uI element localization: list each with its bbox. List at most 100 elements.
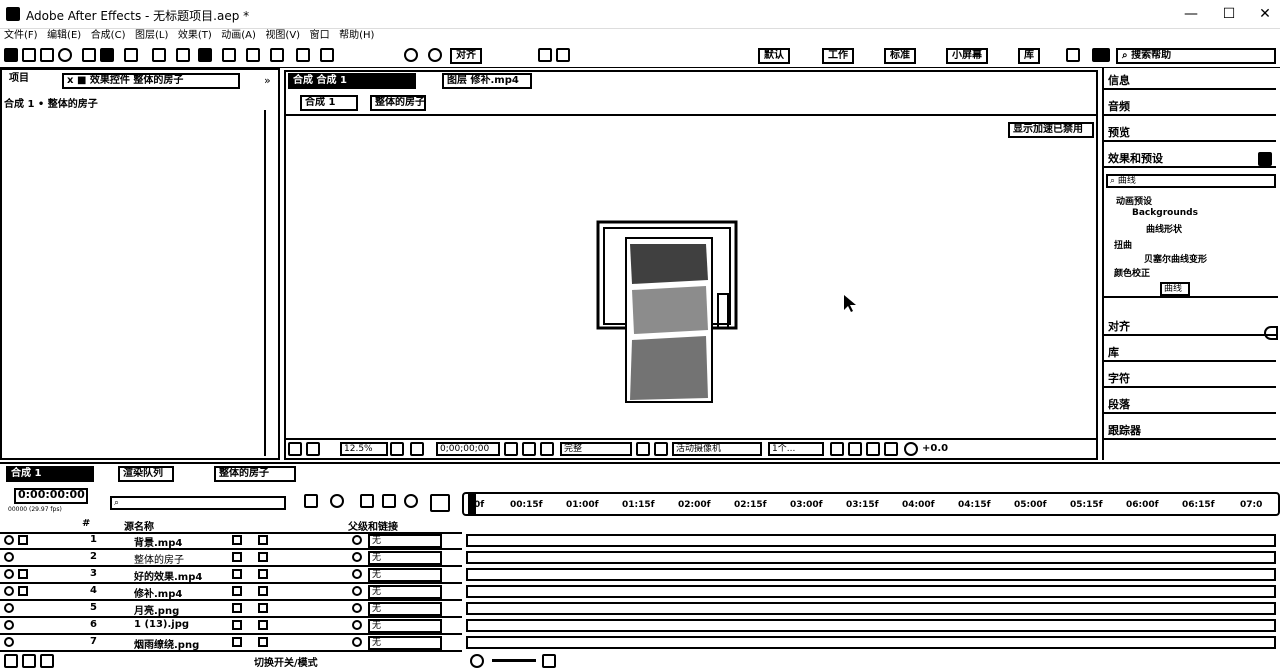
camera-dropdown[interactable]: 活动摄像机 [672, 442, 762, 456]
quality-switch-icon[interactable] [258, 637, 268, 647]
panel-libraries[interactable]: 库 [1104, 344, 1276, 362]
shy-switch-icon[interactable] [232, 552, 242, 562]
quality-switch-icon[interactable] [258, 569, 268, 579]
shy-switch-icon[interactable] [232, 603, 242, 613]
menu-layer[interactable]: 图层(L) [135, 28, 168, 44]
expand-in-out-icon[interactable] [40, 654, 54, 668]
menu-edit[interactable]: 编辑(E) [47, 28, 81, 44]
render-time-icon[interactable] [4, 654, 18, 668]
close-icon[interactable]: x [67, 75, 73, 86]
pen-tool-icon[interactable] [176, 48, 190, 62]
mask-visibility-icon[interactable] [410, 442, 424, 456]
layer-name[interactable]: 修补.mp4 [134, 585, 182, 600]
timeline-search-input[interactable]: ⌕ [110, 496, 286, 510]
search-help-field[interactable]: ⌕ 搜索帮助 [1116, 48, 1276, 64]
layer-duration-bar[interactable] [466, 619, 1276, 632]
3d-ground-icon[interactable] [306, 442, 320, 456]
layer-duration-bar[interactable] [466, 568, 1276, 581]
parent-pickwhip-icon[interactable] [352, 620, 362, 630]
shy-switch-icon[interactable] [232, 586, 242, 596]
rotate-tool-icon[interactable] [82, 48, 96, 62]
layer-name[interactable]: 整体的房子 [134, 551, 184, 566]
panel-align[interactable]: 对齐 [1104, 318, 1276, 336]
tab-layer[interactable]: 图层 修补.mp4 [442, 73, 532, 89]
menu-composition[interactable]: 合成(C) [91, 28, 126, 44]
panel-menu-icon[interactable] [1258, 152, 1272, 166]
close-button[interactable]: ✕ [1250, 4, 1280, 24]
layer-name[interactable]: 背景.mp4 [134, 534, 182, 549]
menu-effect[interactable]: 效果(T) [178, 28, 212, 44]
layer-row[interactable]: 2 整体的房子 无 [0, 550, 462, 567]
audio-icon[interactable] [18, 586, 28, 596]
panel-tracker[interactable]: 跟踪器 [1104, 422, 1276, 440]
visibility-eye-icon[interactable] [4, 603, 14, 613]
motion-blur-icon[interactable] [404, 494, 418, 508]
layer-name[interactable]: 1 (13).jpg [134, 619, 189, 630]
quality-switch-icon[interactable] [258, 535, 268, 545]
brush-tool-icon[interactable] [222, 48, 236, 62]
show-channel-icon[interactable] [522, 442, 536, 456]
tree-distort[interactable]: 扭曲 [1114, 238, 1132, 251]
expand-modes-icon[interactable] [22, 654, 36, 668]
panel-paragraph[interactable]: 段落 [1104, 396, 1276, 414]
effects-search-field[interactable]: ⌕ 曲线 [1106, 174, 1276, 188]
workspace-libraries[interactable]: 库 [1018, 48, 1040, 64]
world-axis-icon[interactable] [428, 48, 442, 62]
fast-previews-icon[interactable] [848, 442, 862, 456]
timeline-timecode[interactable]: 0:00:00:00 [14, 488, 88, 504]
col-parent-link[interactable]: 父级和链接 [348, 518, 398, 533]
tab-timeline-layer[interactable]: 整体的房子 [214, 466, 296, 482]
layer-duration-bar[interactable] [466, 551, 1276, 564]
toggle-switches-modes[interactable]: 切换开关/模式 [254, 654, 318, 669]
shy-switch-icon[interactable] [232, 637, 242, 647]
layer-name[interactable]: 好的效果.mp4 [134, 568, 202, 583]
zoom-slider[interactable] [492, 659, 536, 662]
panel-preview[interactable]: 预览 [1104, 124, 1276, 142]
layer-duration-bar[interactable] [466, 602, 1276, 615]
shy-switch-icon[interactable] [232, 569, 242, 579]
always-preview-icon[interactable] [288, 442, 302, 456]
type-tool-icon[interactable] [198, 48, 212, 62]
col-source-name[interactable]: 源名称 [124, 518, 154, 533]
shy-switch-icon[interactable] [232, 620, 242, 630]
layer-row[interactable]: 3 好的效果.mp4 无 [0, 567, 462, 584]
layer-row[interactable]: 1 背景.mp4 无 [0, 533, 462, 550]
timeline-icon[interactable] [866, 442, 880, 456]
graph-editor-icon[interactable] [430, 494, 450, 512]
visibility-eye-icon[interactable] [4, 552, 14, 562]
shy-layers-icon[interactable] [360, 494, 374, 508]
workspace-small-screen[interactable]: 小屏幕 [946, 48, 988, 64]
views-dropdown[interactable]: 1个... [768, 442, 824, 456]
snap-option-icon[interactable] [538, 48, 552, 62]
exposure-value[interactable]: +0.0 [922, 443, 948, 454]
tree-curve-shape[interactable]: 曲线形状 [1146, 222, 1182, 235]
collapse-panel-icon[interactable] [1264, 326, 1278, 340]
current-time-display[interactable]: 0;00;00;00 [436, 442, 500, 456]
region-of-interest-icon[interactable] [636, 442, 650, 456]
layer-name[interactable]: 烟雨缭绕.png [134, 636, 199, 651]
quality-switch-icon[interactable] [258, 620, 268, 630]
clone-stamp-tool-icon[interactable] [246, 48, 260, 62]
visibility-eye-icon[interactable] [4, 620, 14, 630]
zoom-in-icon[interactable] [542, 654, 556, 668]
snapshot-icon[interactable] [504, 442, 518, 456]
snap-checkbox[interactable]: 对齐 [450, 48, 482, 64]
shy-switch-icon[interactable] [232, 535, 242, 545]
layer-row[interactable]: 7 烟雨缭绕.png 无 [0, 635, 462, 652]
snap-option-2-icon[interactable] [556, 48, 570, 62]
tab-render-queue[interactable]: 渲染队列 [118, 466, 174, 482]
flow-layer[interactable]: 整体的房子 [370, 95, 426, 111]
toggle-pixel-aspect-icon[interactable] [830, 442, 844, 456]
hand-tool-icon[interactable] [40, 48, 54, 62]
puppet-tool-icon[interactable] [320, 48, 334, 62]
tree-color-correction[interactable]: 颜色校正 [1114, 266, 1150, 279]
reset-exposure-icon[interactable] [904, 442, 918, 456]
tree-bezier-warp[interactable]: 贝塞尔曲线变形 [1144, 252, 1207, 265]
flow-comp[interactable]: 合成 1 [300, 95, 358, 111]
layer-name[interactable]: 月亮.png [134, 602, 179, 617]
roto-brush-tool-icon[interactable] [296, 48, 310, 62]
parent-dropdown[interactable]: 无 [368, 568, 442, 582]
audio-icon[interactable] [18, 535, 28, 545]
tab-effect-controls[interactable]: x ■ 效果控件 整体的房子 [62, 73, 240, 89]
zoom-tool-icon[interactable] [58, 48, 72, 62]
